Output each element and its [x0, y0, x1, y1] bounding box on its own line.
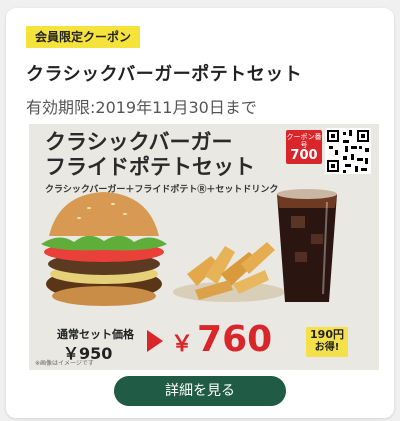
sale-price: ￥ 760 — [171, 318, 272, 367]
coupon-number-box: クーポン番号 700 — [286, 130, 322, 164]
fries-illustration — [173, 242, 285, 302]
promo-title-line2: フライドポテトセット — [45, 155, 255, 179]
sale-price-value: 760 — [197, 319, 273, 360]
expiry-date: 有効期限:2019年11月30日まで — [26, 98, 257, 117]
promo-title: クラシックバーガー フライドポテトセット — [45, 130, 255, 180]
coupon-title: クラシックバーガーポテトセット — [26, 64, 303, 85]
savings-label: お得! — [314, 342, 340, 353]
savings-amount: 190円 — [310, 328, 344, 341]
coupon-card[interactable]: 会員限定クーポン クラシックバーガーポテトセット 有効期限:2019年11月30… — [6, 8, 394, 418]
coupon-number-label: クーポン番号 — [286, 133, 322, 149]
promo-title-line1: クラシックバーガー — [45, 130, 233, 154]
fine-print: ※画像はイメージです — [35, 360, 94, 367]
savings-badge: 190円 お得! — [306, 327, 348, 357]
promo-subtitle: クラシックバーガー＋フライドポテトⓇ＋セットドリンク — [45, 185, 279, 195]
promo-image: クラシックバーガー フライドポテトセット クラシックバーガー＋フライドポテトⓇ＋… — [29, 124, 379, 370]
drink-illustration — [277, 189, 337, 302]
qr-code-icon — [325, 128, 371, 174]
burger-illustration — [41, 192, 167, 306]
coupon-number: 700 — [290, 148, 318, 163]
member-only-badge: 会員限定クーポン — [26, 26, 141, 48]
arrow-right-icon — [147, 330, 163, 352]
details-button[interactable]: 詳細を見る — [114, 376, 286, 406]
sale-price-currency: ￥ — [171, 332, 194, 357]
